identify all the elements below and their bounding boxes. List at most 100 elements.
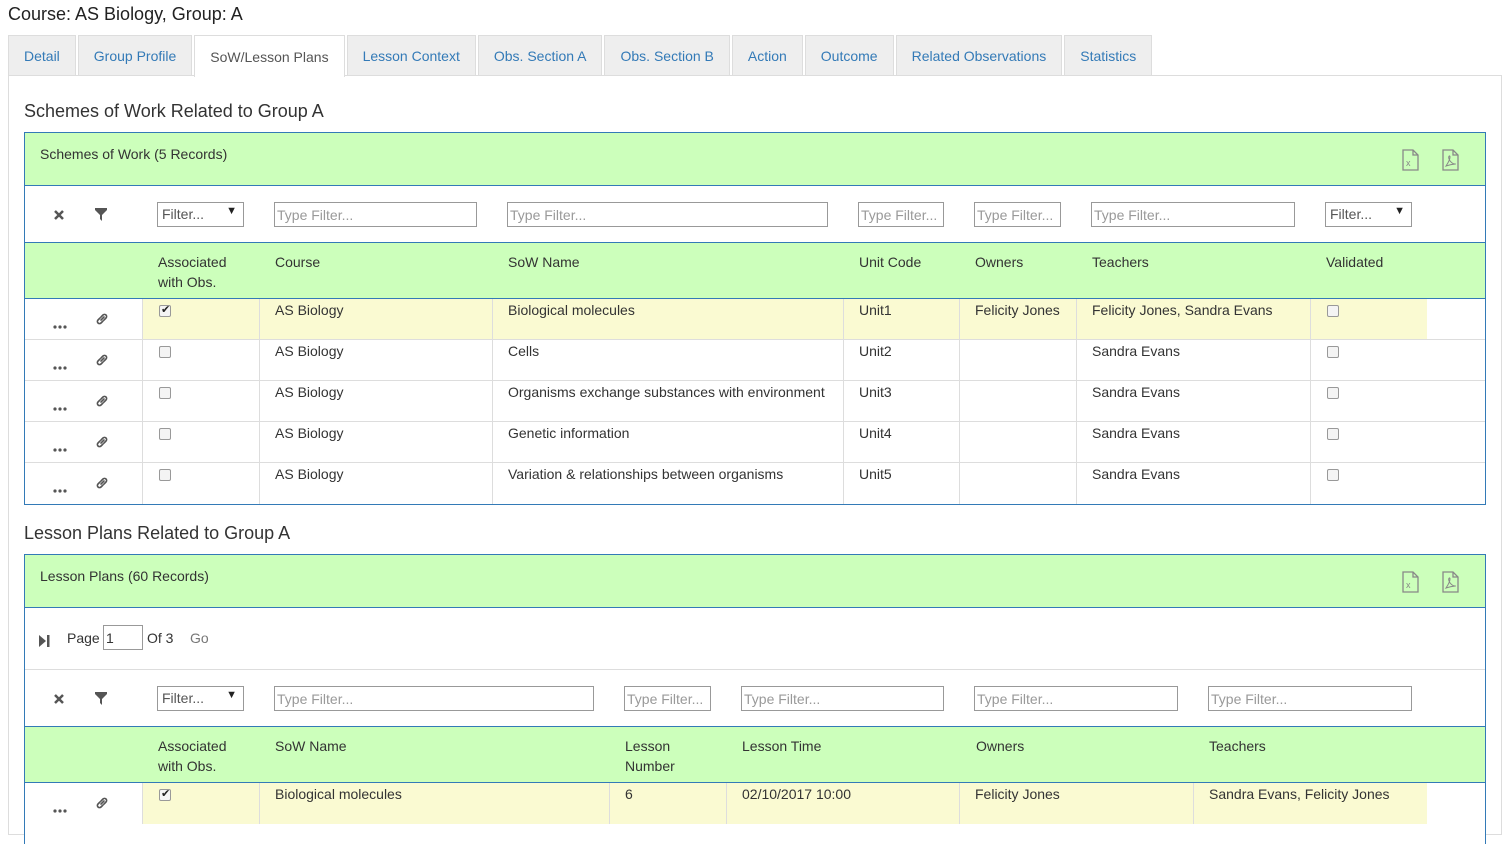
link-icon[interactable] xyxy=(95,312,109,329)
sow-validated-filter-select[interactable]: Filter... ▼ xyxy=(1325,202,1412,227)
owners-cell xyxy=(959,340,1076,380)
lessons-filter-row: Filter... ▼ xyxy=(25,670,1485,727)
validated-checkbox[interactable] xyxy=(1327,305,1339,317)
associated-checkbox[interactable] xyxy=(159,469,171,481)
link-icon[interactable] xyxy=(95,435,109,452)
col-header-sow-name[interactable]: SoW Name xyxy=(508,252,580,272)
go-button[interactable]: Go xyxy=(190,630,209,646)
col-header-lesson-number[interactable]: Lesson Number xyxy=(625,736,675,776)
filter-icon[interactable] xyxy=(95,692,107,708)
pdf-icon[interactable] xyxy=(1440,149,1460,171)
sow-unit-filter[interactable] xyxy=(858,202,944,227)
skip-last-icon[interactable] xyxy=(39,634,50,650)
select-label: Filter... xyxy=(1330,206,1373,222)
lessons-sow-name-filter[interactable] xyxy=(274,686,594,711)
ellipsis-icon[interactable] xyxy=(53,357,67,373)
tab-outcome[interactable]: Outcome xyxy=(804,35,894,76)
teachers-cell: Sandra Evans, Felicity Jones xyxy=(1193,783,1427,824)
col-header-lesson-time[interactable]: Lesson Time xyxy=(742,736,821,756)
owners-cell: Felicity Jones xyxy=(959,299,1076,339)
col-header-teachers[interactable]: Teachers xyxy=(1092,252,1149,272)
pdf-icon[interactable] xyxy=(1440,571,1460,593)
associated-checkbox[interactable] xyxy=(159,787,171,801)
lessons-section-heading: Lesson Plans Related to Group A xyxy=(24,523,291,543)
link-icon[interactable] xyxy=(95,353,109,370)
teachers-cell: Sandra Evans xyxy=(1076,381,1310,421)
header-line: with Obs. xyxy=(158,758,217,774)
ellipsis-icon[interactable] xyxy=(53,439,67,455)
tab-statistics[interactable]: Statistics xyxy=(1064,35,1153,76)
tab-group-profile[interactable]: Group Profile xyxy=(77,35,193,76)
ellipsis-icon[interactable] xyxy=(53,480,67,496)
page-number-input[interactable] xyxy=(103,625,143,650)
owners-cell xyxy=(959,381,1076,421)
ellipsis-icon[interactable] xyxy=(53,316,67,332)
col-header-teachers[interactable]: Teachers xyxy=(1209,736,1266,756)
tab-detail[interactable]: Detail xyxy=(8,35,76,76)
sow-name-cell: Variation & relationships between organi… xyxy=(492,463,843,504)
sow-name-filter[interactable] xyxy=(507,202,828,227)
link-icon[interactable] xyxy=(95,476,109,493)
table-row: AS BiologyBiological moleculesUnit1Felic… xyxy=(25,299,1485,340)
sow-course-filter[interactable] xyxy=(274,202,477,227)
select-label: Filter... xyxy=(162,690,205,706)
svg-text:x: x xyxy=(1406,580,1411,590)
ellipsis-icon[interactable] xyxy=(53,800,67,816)
excel-icon[interactable]: x xyxy=(1400,149,1420,171)
col-header-course[interactable]: Course xyxy=(275,252,320,272)
lessons-grid-caption: Lesson Plans (60 Records) xyxy=(40,568,209,584)
validated-cell xyxy=(1310,381,1427,421)
tab-obs-section-a[interactable]: Obs. Section A xyxy=(477,35,603,76)
col-header-unit-code[interactable]: Unit Code xyxy=(859,252,921,272)
validated-checkbox[interactable] xyxy=(1327,469,1339,481)
tab-action[interactable]: Action xyxy=(731,35,803,76)
lessons-owners-filter[interactable] xyxy=(974,686,1178,711)
col-header-validated[interactable]: Validated xyxy=(1326,252,1383,272)
tab-obs-section-b[interactable]: Obs. Section B xyxy=(604,35,730,76)
lessons-assoc-filter-select[interactable]: Filter... ▼ xyxy=(157,686,244,711)
sow-grid: Schemes of Work (5 Records) x Filter... … xyxy=(24,132,1486,505)
associated-checkbox[interactable] xyxy=(159,387,171,399)
link-icon[interactable] xyxy=(95,796,109,813)
associated-checkbox[interactable] xyxy=(159,346,171,358)
lessons-number-filter[interactable] xyxy=(624,686,711,711)
associated-cell xyxy=(142,422,259,462)
select-label: Filter... xyxy=(162,206,205,222)
table-row: AS Biology Organisms exchange substances … xyxy=(25,381,1485,422)
tab-sow-lesson-plans[interactable]: SoW/Lesson Plans xyxy=(194,35,345,77)
col-header-associated[interactable]: Associated with Obs. xyxy=(158,252,226,292)
sow-assoc-filter-select[interactable]: Filter... ▼ xyxy=(157,202,244,227)
clear-filter-icon[interactable] xyxy=(53,208,65,224)
lessons-teachers-filter[interactable] xyxy=(1208,686,1412,711)
filter-icon[interactable] xyxy=(95,208,107,224)
col-header-associated[interactable]: Associated with Obs. xyxy=(158,736,226,776)
sow-owners-filter[interactable] xyxy=(974,202,1061,227)
ellipsis-icon[interactable] xyxy=(53,398,67,414)
unit-code-cell: Unit1 xyxy=(843,299,959,339)
teachers-cell: Sandra Evans xyxy=(1076,422,1310,462)
lessons-grid-header: Lesson Plans (60 Records) x xyxy=(25,555,1485,608)
owners-cell: Felicity Jones xyxy=(959,783,1193,824)
col-header-owners[interactable]: Owners xyxy=(976,736,1024,756)
sow-name-cell: Biological molecules xyxy=(492,299,843,339)
validated-cell xyxy=(1310,299,1427,339)
sow-teachers-filter[interactable] xyxy=(1091,202,1295,227)
chevron-down-icon: ▼ xyxy=(226,689,237,701)
tab-lesson-context[interactable]: Lesson Context xyxy=(346,35,476,76)
clear-filter-icon[interactable] xyxy=(53,692,65,708)
validated-checkbox[interactable] xyxy=(1327,387,1339,399)
col-header-owners[interactable]: Owners xyxy=(975,252,1023,272)
course-cell: AS Biology xyxy=(259,299,492,339)
validated-checkbox[interactable] xyxy=(1327,428,1339,440)
associated-checkbox[interactable] xyxy=(159,428,171,440)
lessons-time-filter[interactable] xyxy=(741,686,944,711)
validated-checkbox[interactable] xyxy=(1327,346,1339,358)
teachers-cell: Sandra Evans xyxy=(1076,340,1310,380)
associated-checkbox[interactable] xyxy=(159,303,171,317)
col-header-sow-name[interactable]: SoW Name xyxy=(275,736,347,756)
excel-icon[interactable]: x xyxy=(1400,571,1420,593)
tab-bar: Detail Group Profile SoW/Lesson Plans Le… xyxy=(8,35,1154,77)
validated-cell xyxy=(1310,422,1427,462)
tab-related-observations[interactable]: Related Observations xyxy=(895,35,1063,76)
link-icon[interactable] xyxy=(95,394,109,411)
